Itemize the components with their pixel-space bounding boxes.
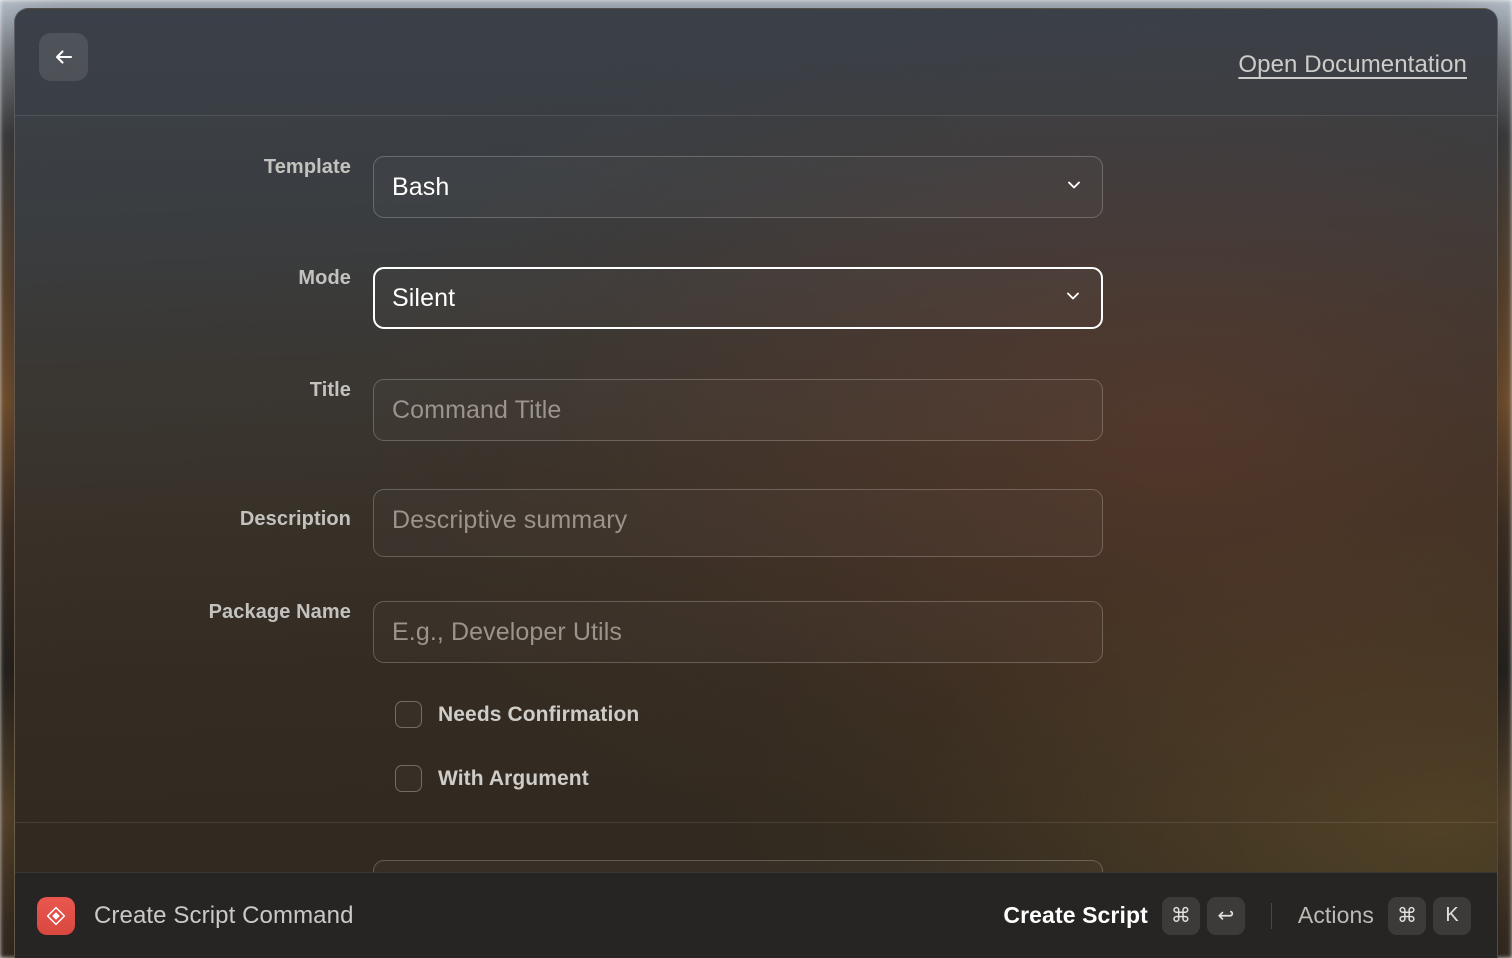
package-name-input[interactable]: E.g., Developer Utils: [373, 601, 1103, 663]
description-textarea-placeholder: Descriptive summary: [392, 506, 628, 534]
k-key-icon: K: [1433, 896, 1471, 935]
mode-select-value: Silent: [392, 283, 456, 312]
label-description: Description: [239, 508, 351, 530]
command-key-icon: ⌘: [1388, 896, 1426, 935]
with-argument-label: With Argument: [438, 766, 589, 790]
description-textarea[interactable]: Descriptive summary: [373, 489, 1103, 557]
form-section-divider: [15, 822, 1497, 823]
create-script-shortcut: ⌘ ↩: [1161, 896, 1245, 935]
label-mode: Mode: [298, 267, 351, 289]
footer-divider: [1270, 902, 1272, 929]
label-package-name: Package Name: [208, 601, 351, 623]
needs-confirmation-checkbox[interactable]: [395, 701, 422, 728]
form-row-with-argument: With Argument: [15, 765, 1497, 792]
title-input-placeholder: Command Title: [392, 395, 562, 424]
actions-menu-button[interactable]: Actions ⌘ K: [1297, 896, 1471, 935]
form-row-description: Description Descriptive summary: [15, 489, 1497, 557]
return-key-icon: ↩: [1206, 896, 1245, 935]
actions-shortcut: ⌘ K: [1388, 896, 1471, 935]
with-argument-checkbox[interactable]: [395, 765, 422, 792]
create-script-form: Template Bash Mode Silent Title Command …: [15, 116, 1497, 922]
form-row-title: Title Command Title: [15, 379, 1497, 441]
form-row-package-name: Package Name E.g., Developer Utils: [15, 601, 1497, 663]
form-row-template: Template Bash: [15, 156, 1497, 218]
template-select[interactable]: Bash: [373, 156, 1103, 218]
actions-label: Actions: [1297, 902, 1374, 928]
create-script-label: Create Script: [1003, 902, 1148, 928]
package-name-input-placeholder: E.g., Developer Utils: [392, 617, 622, 646]
footer-title: Create Script Command: [94, 901, 354, 929]
label-title: Title: [309, 379, 351, 401]
template-select-value: Bash: [392, 172, 450, 201]
chevron-down-icon: [1064, 175, 1084, 200]
footer-actions: Create Script ⌘ ↩ Actions ⌘ K: [1003, 896, 1471, 935]
create-script-action[interactable]: Create Script ⌘ ↩: [1003, 896, 1245, 935]
form-row-needs-confirmation: Needs Confirmation: [15, 701, 1497, 728]
open-documentation-link[interactable]: Open Documentation: [1238, 51, 1467, 79]
window-footer: Create Script Command Create Script ⌘ ↩ …: [15, 872, 1497, 958]
title-input[interactable]: Command Title: [373, 379, 1103, 441]
form-row-mode: Mode Silent: [15, 267, 1497, 329]
window-header: Open Documentation: [15, 9, 1497, 116]
label-template: Template: [263, 156, 351, 178]
with-argument-checkbox-row[interactable]: With Argument: [373, 765, 589, 792]
chevron-down-icon: [1063, 286, 1083, 311]
back-button[interactable]: [39, 33, 88, 81]
command-key-icon: ⌘: [1161, 896, 1200, 935]
mode-select[interactable]: Silent: [373, 267, 1103, 329]
needs-confirmation-label: Needs Confirmation: [438, 702, 640, 726]
raycast-window: Open Documentation Template Bash Mode Si…: [14, 8, 1498, 958]
arrow-left-icon: [51, 44, 77, 70]
needs-confirmation-checkbox-row[interactable]: Needs Confirmation: [373, 701, 639, 728]
raycast-icon: [37, 896, 75, 935]
